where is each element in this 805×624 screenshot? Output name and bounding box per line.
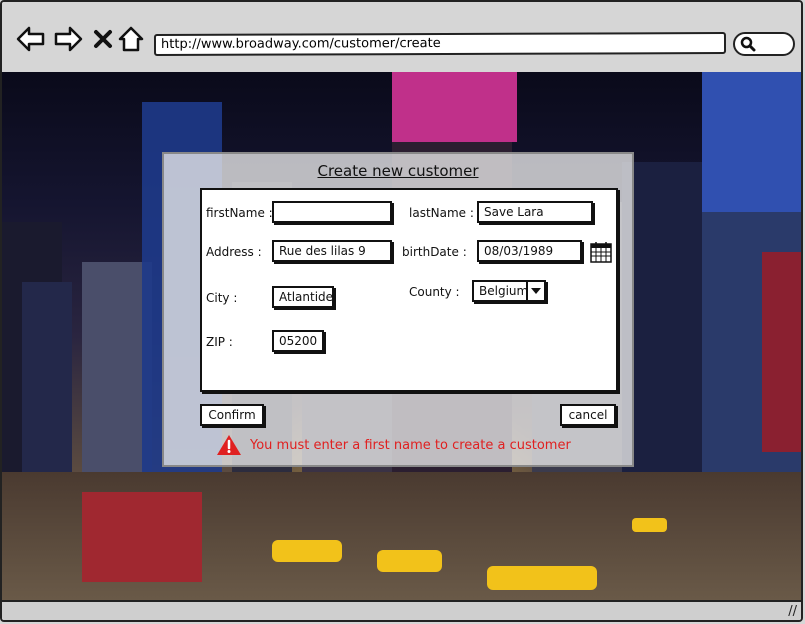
warning-icon (217, 435, 241, 455)
dialog-title: Create new customer (317, 162, 479, 180)
calendar-icon[interactable] (590, 241, 612, 263)
birth-date-label: birthDate : (402, 245, 467, 259)
city-label: City : (206, 291, 238, 305)
last-name-label: lastName : (409, 206, 474, 220)
create-customer-dialog: Create new customer firstName : lastName… (162, 152, 634, 467)
chevron-down-icon[interactable] (526, 282, 544, 300)
browser-toolbar: http://www.broadway.com/customer/create (2, 2, 801, 74)
browser-window: http://www.broadway.com/customer/create (0, 0, 803, 622)
last-name-field[interactable]: Save Lara (477, 201, 593, 223)
first-name-field[interactable] (272, 201, 392, 223)
zip-label: ZIP : (206, 335, 233, 349)
county-select[interactable]: Belgium (472, 280, 546, 302)
back-arrow-icon[interactable] (16, 24, 46, 54)
error-message: You must enter a first name to create a … (216, 434, 571, 456)
customer-form: firstName : lastName : Save Lara Address… (200, 188, 618, 392)
cancel-button[interactable]: cancel (560, 404, 616, 426)
browser-status-bar: // (2, 600, 801, 620)
city-field[interactable]: Atlantide (272, 286, 334, 308)
resize-grip-icon[interactable]: // (788, 604, 797, 619)
forward-arrow-icon[interactable] (53, 24, 83, 54)
address-field[interactable]: Rue des lilas 9 (272, 240, 392, 262)
address-bar[interactable]: http://www.broadway.com/customer/create (153, 32, 727, 56)
search-box[interactable] (733, 32, 795, 56)
county-label: County : (409, 285, 460, 299)
home-icon[interactable] (116, 24, 146, 54)
zip-field[interactable]: 05200 (272, 330, 324, 352)
birth-date-field[interactable]: 08/03/1989 (477, 240, 582, 262)
address-label: Address : (206, 245, 262, 259)
page-background-image: Create new customer firstName : lastName… (2, 72, 801, 602)
county-select-value: Belgium (479, 284, 529, 298)
error-text: You must enter a first name to create a … (250, 437, 571, 453)
search-icon (740, 36, 756, 52)
close-icon[interactable] (88, 24, 118, 54)
first-name-label: firstName : (206, 206, 273, 220)
confirm-button[interactable]: Confirm (200, 404, 264, 426)
